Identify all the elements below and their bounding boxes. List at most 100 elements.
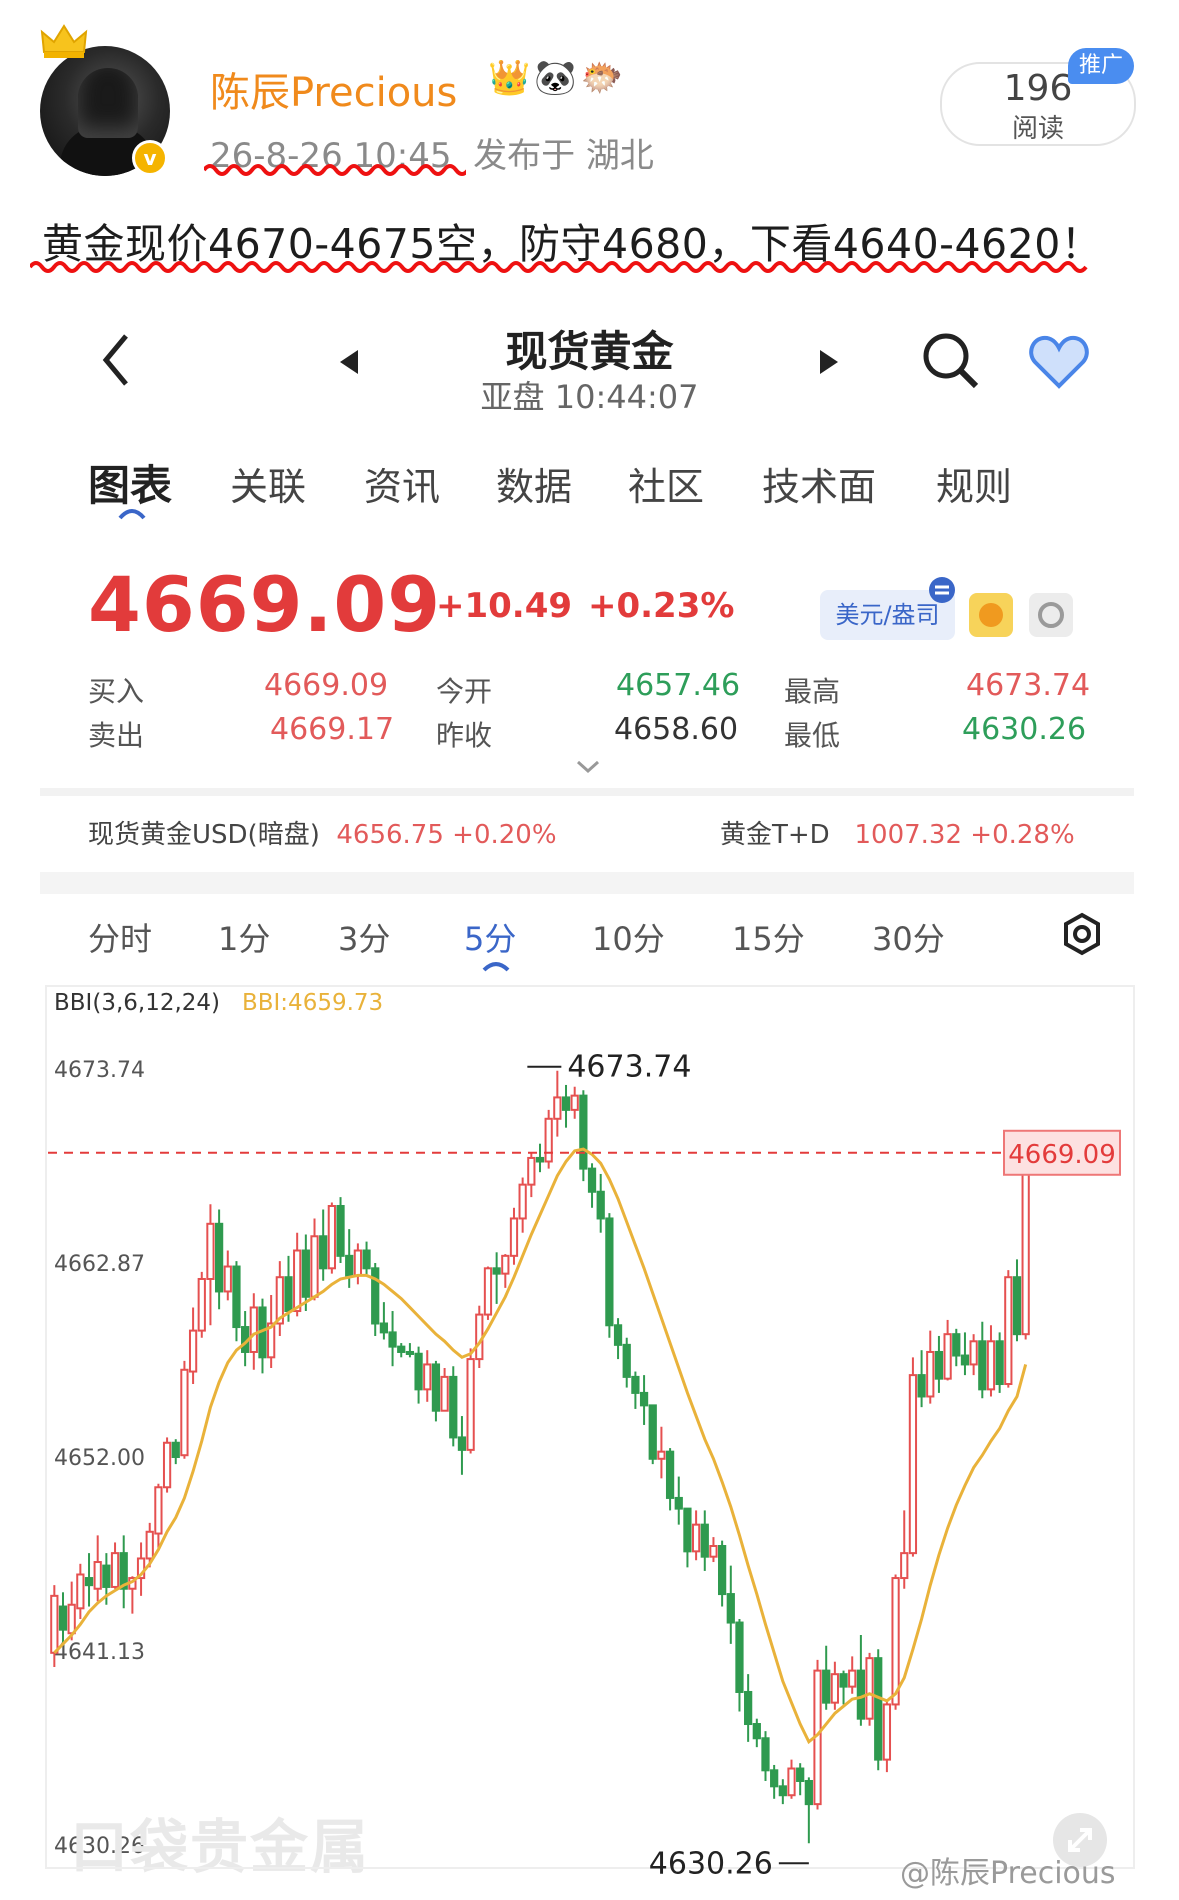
candle-body — [622, 1343, 631, 1378]
candle-body — [657, 1450, 666, 1460]
candle-body — [206, 1222, 215, 1280]
candle-body — [214, 1222, 224, 1293]
candle-body — [327, 1205, 336, 1270]
candle-body — [969, 1340, 978, 1366]
candle-body — [796, 1767, 805, 1782]
candle-body — [822, 1669, 831, 1704]
candle-body — [535, 1156, 545, 1163]
candle-body — [431, 1363, 441, 1412]
candle-body — [509, 1217, 519, 1257]
candle-body — [787, 1767, 796, 1797]
candlestick-chart[interactable]: 4669.09 4673.74 4630.26 — [0, 0, 1179, 1900]
candle-body — [180, 1368, 189, 1457]
candle-body — [596, 1190, 605, 1220]
candle-body — [154, 1486, 163, 1535]
candle-body — [188, 1329, 198, 1373]
candle-body — [926, 1350, 935, 1398]
candle-body — [440, 1375, 449, 1412]
candle-body — [388, 1331, 397, 1348]
candle-body — [310, 1235, 319, 1298]
candle-body — [752, 1723, 761, 1740]
candle-body — [293, 1249, 302, 1313]
candle-body — [457, 1436, 467, 1451]
candle-body — [778, 1785, 787, 1797]
candle-body — [145, 1530, 154, 1560]
candle-body — [856, 1669, 866, 1720]
candle-body — [171, 1441, 180, 1458]
candle-body — [908, 1374, 918, 1555]
candle-body — [405, 1350, 415, 1355]
candle-body — [483, 1267, 493, 1316]
chart-frame — [45, 985, 1135, 1869]
candle-body — [986, 1340, 996, 1391]
candle-body — [284, 1276, 293, 1313]
candle-body — [960, 1354, 970, 1366]
candle-body — [197, 1277, 206, 1332]
candle-body — [102, 1564, 111, 1588]
candle-body — [249, 1306, 258, 1353]
last-price-label: 4669.09 — [1008, 1140, 1116, 1170]
candle-body — [1004, 1276, 1013, 1386]
candle-body — [362, 1249, 371, 1270]
candle-body — [648, 1404, 657, 1460]
candle-body — [934, 1350, 944, 1380]
candle-body — [830, 1673, 839, 1704]
candle-body — [527, 1156, 536, 1186]
candle-body — [718, 1545, 727, 1596]
candle-body — [770, 1769, 779, 1788]
candle-body — [518, 1183, 527, 1220]
candle-body — [319, 1235, 328, 1270]
candle-body — [639, 1391, 649, 1407]
candle-body — [700, 1523, 709, 1558]
candle-body — [900, 1552, 909, 1580]
candle-body — [466, 1358, 475, 1451]
candle-body — [223, 1265, 232, 1293]
candle-body — [839, 1673, 848, 1688]
candle-body — [865, 1657, 874, 1720]
candle-body — [58, 1605, 68, 1631]
candle-body — [726, 1593, 735, 1624]
candle-body — [353, 1249, 362, 1277]
candle-body — [952, 1333, 961, 1357]
candle-body — [397, 1345, 406, 1353]
candle-body — [50, 1594, 59, 1654]
candle-body — [414, 1352, 423, 1391]
candle-body — [674, 1496, 683, 1510]
candle-body — [449, 1375, 458, 1439]
candle-body — [84, 1577, 94, 1587]
low-marker-label: 4630.26 — [649, 1846, 773, 1881]
candle-body — [301, 1249, 310, 1298]
candle-body — [587, 1167, 597, 1193]
candle-body — [1021, 1151, 1030, 1336]
candle-body — [93, 1561, 102, 1590]
candle-body — [744, 1690, 753, 1726]
candle-body — [882, 1703, 892, 1761]
candle-body — [162, 1441, 172, 1489]
candle-body — [232, 1265, 241, 1329]
candle-body — [561, 1096, 571, 1111]
candle-body — [735, 1621, 744, 1693]
candle-body — [553, 1096, 562, 1120]
candle-body — [683, 1507, 692, 1553]
candle-body — [691, 1523, 701, 1553]
candle-body — [943, 1333, 952, 1380]
bbi-line — [53, 1147, 1028, 1745]
candle-body — [709, 1545, 718, 1558]
candle-body — [423, 1363, 432, 1391]
weibo-watermark: @陈辰Precious — [900, 1856, 1116, 1891]
candle-body — [501, 1254, 510, 1275]
candle-body — [848, 1669, 857, 1688]
candle-body — [492, 1267, 501, 1275]
candle-body — [891, 1577, 900, 1706]
candle-body — [665, 1450, 675, 1499]
candle-body — [631, 1375, 640, 1394]
candle-body — [978, 1340, 987, 1391]
candle-body — [605, 1217, 614, 1327]
candle-body — [345, 1254, 354, 1277]
candle-body — [917, 1374, 926, 1398]
candle-body — [336, 1205, 345, 1257]
candle-body — [544, 1117, 553, 1163]
candle-body — [570, 1094, 579, 1111]
candle-body — [613, 1324, 623, 1346]
candle-body — [995, 1340, 1004, 1386]
